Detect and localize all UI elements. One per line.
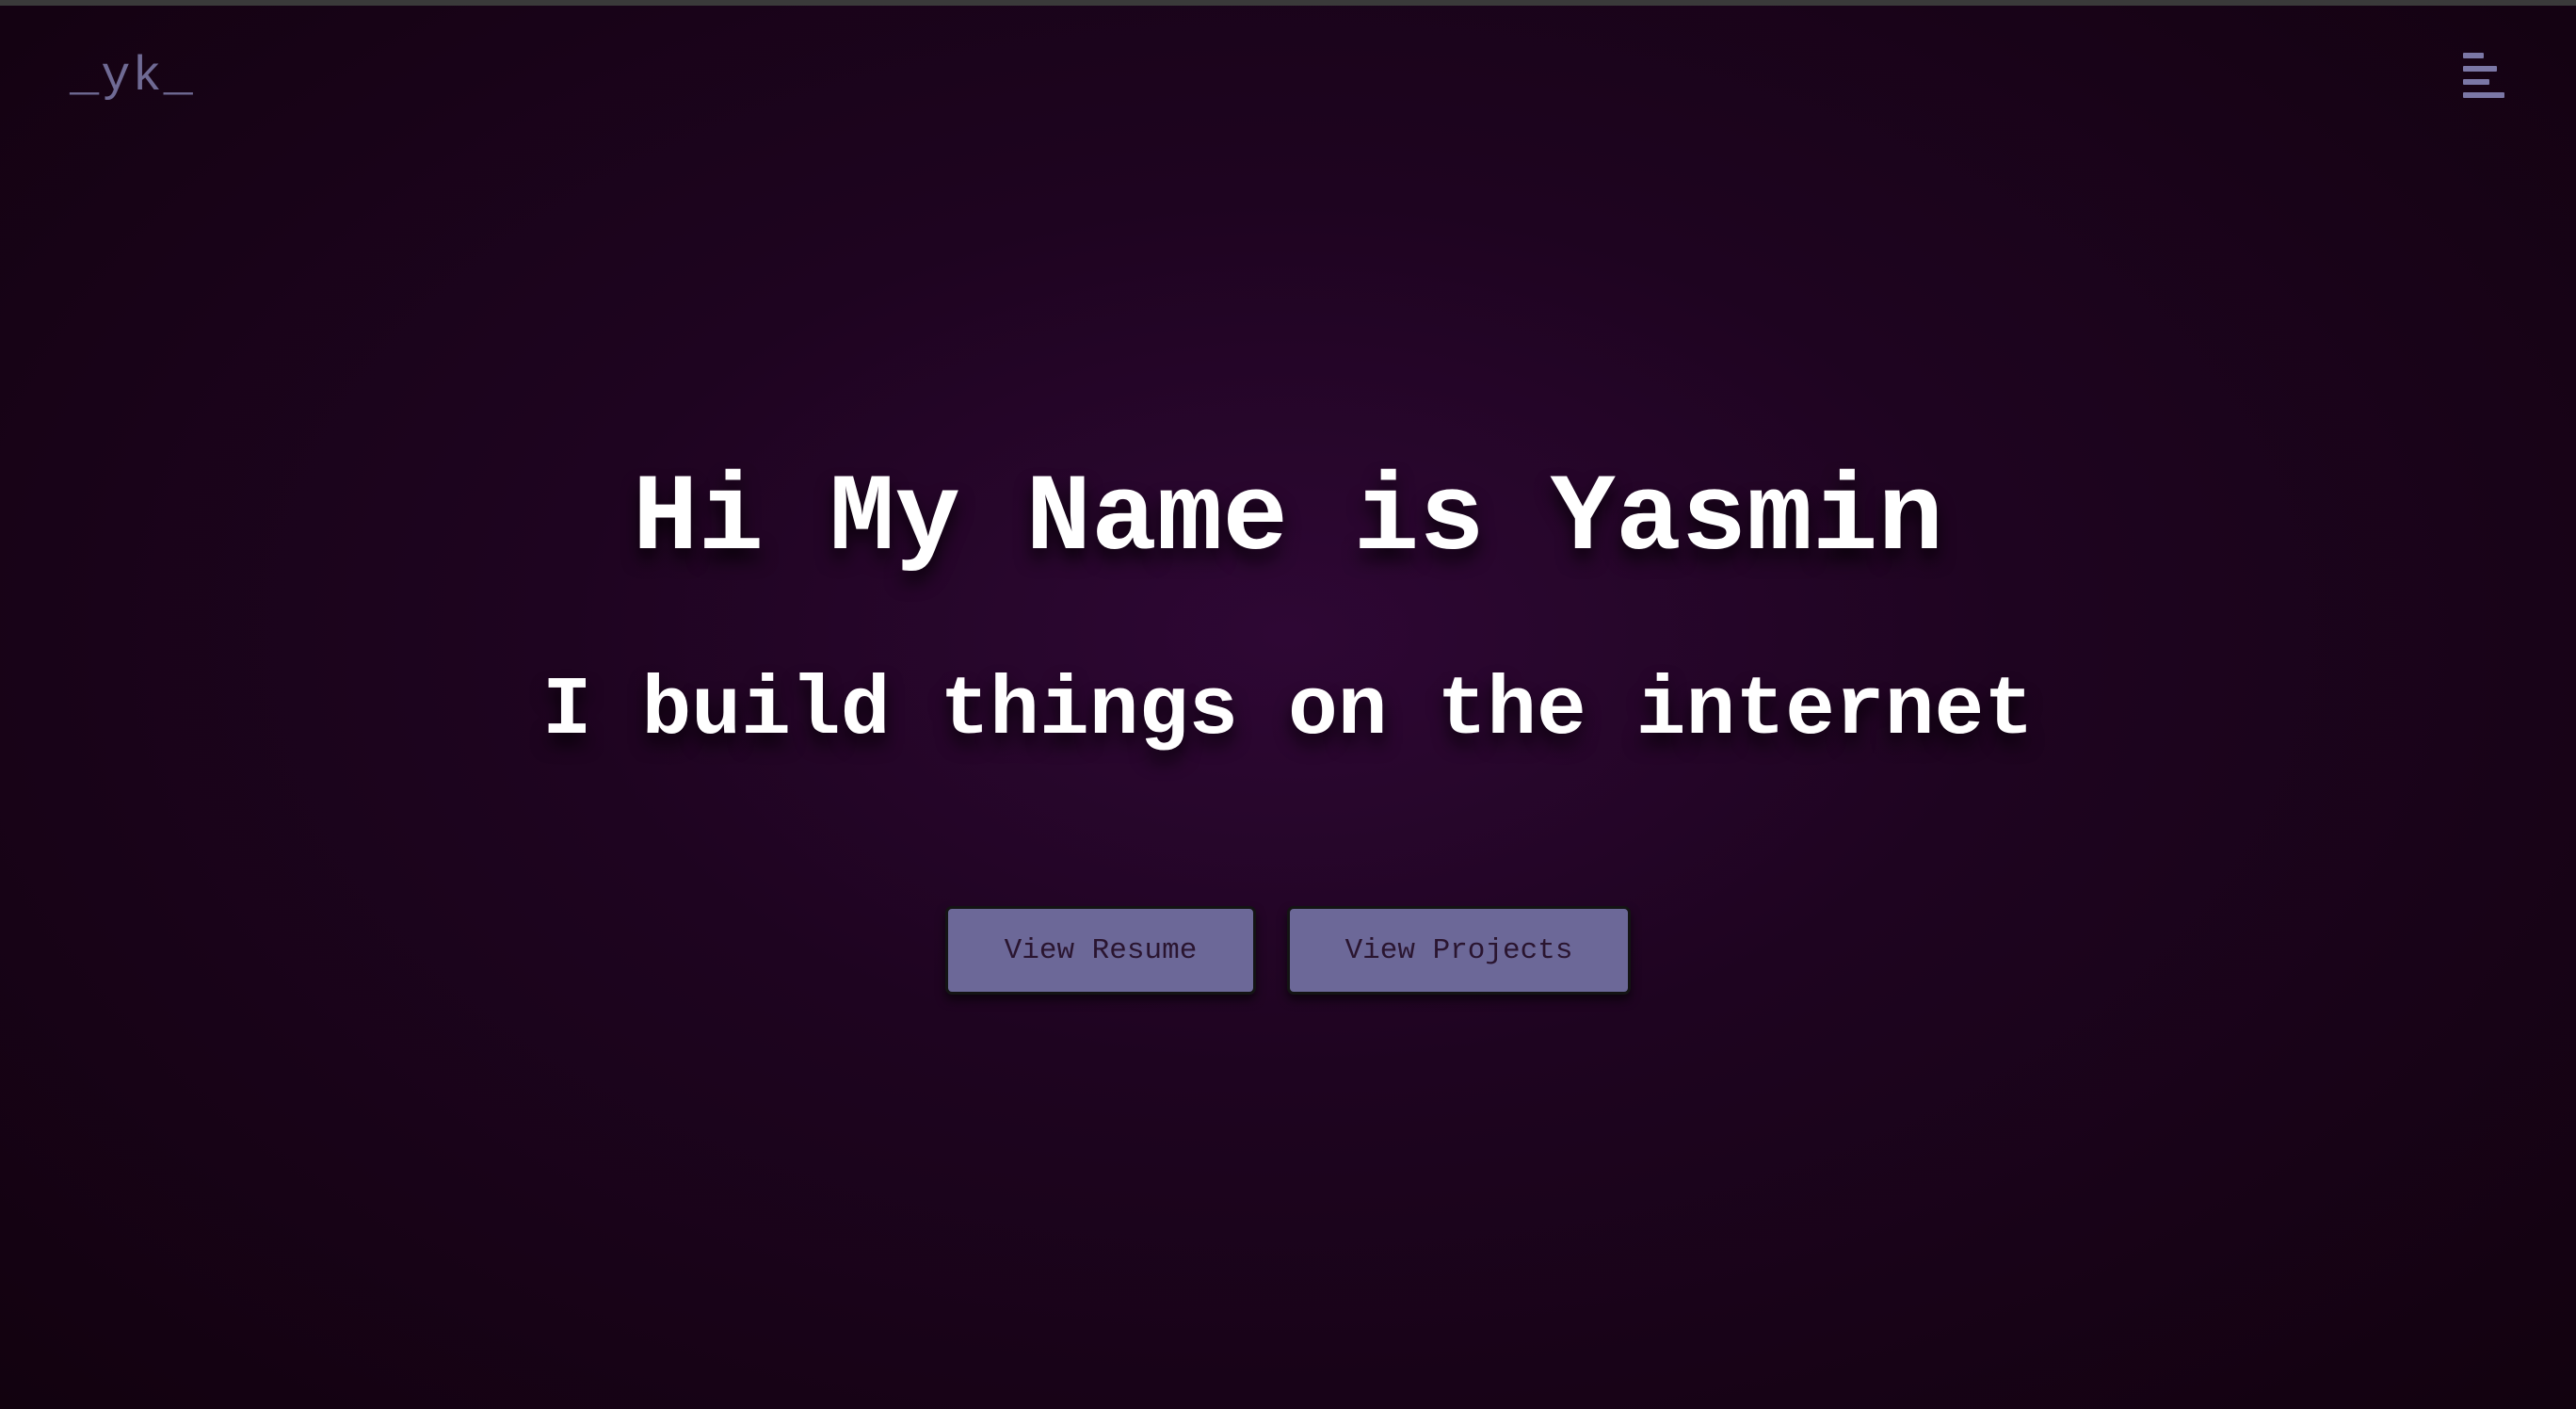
hero-title: Hi My Name is Yasmin (632, 457, 1944, 581)
view-projects-button[interactable]: View Projects (1287, 906, 1631, 995)
hamburger-menu-icon[interactable] (2459, 51, 2508, 104)
window-top-border (0, 0, 2576, 6)
hero-subtitle: I build things on the internet (541, 665, 2035, 758)
view-resume-button[interactable]: View Resume (945, 906, 1256, 995)
site-logo[interactable]: _yk_ (70, 53, 195, 102)
